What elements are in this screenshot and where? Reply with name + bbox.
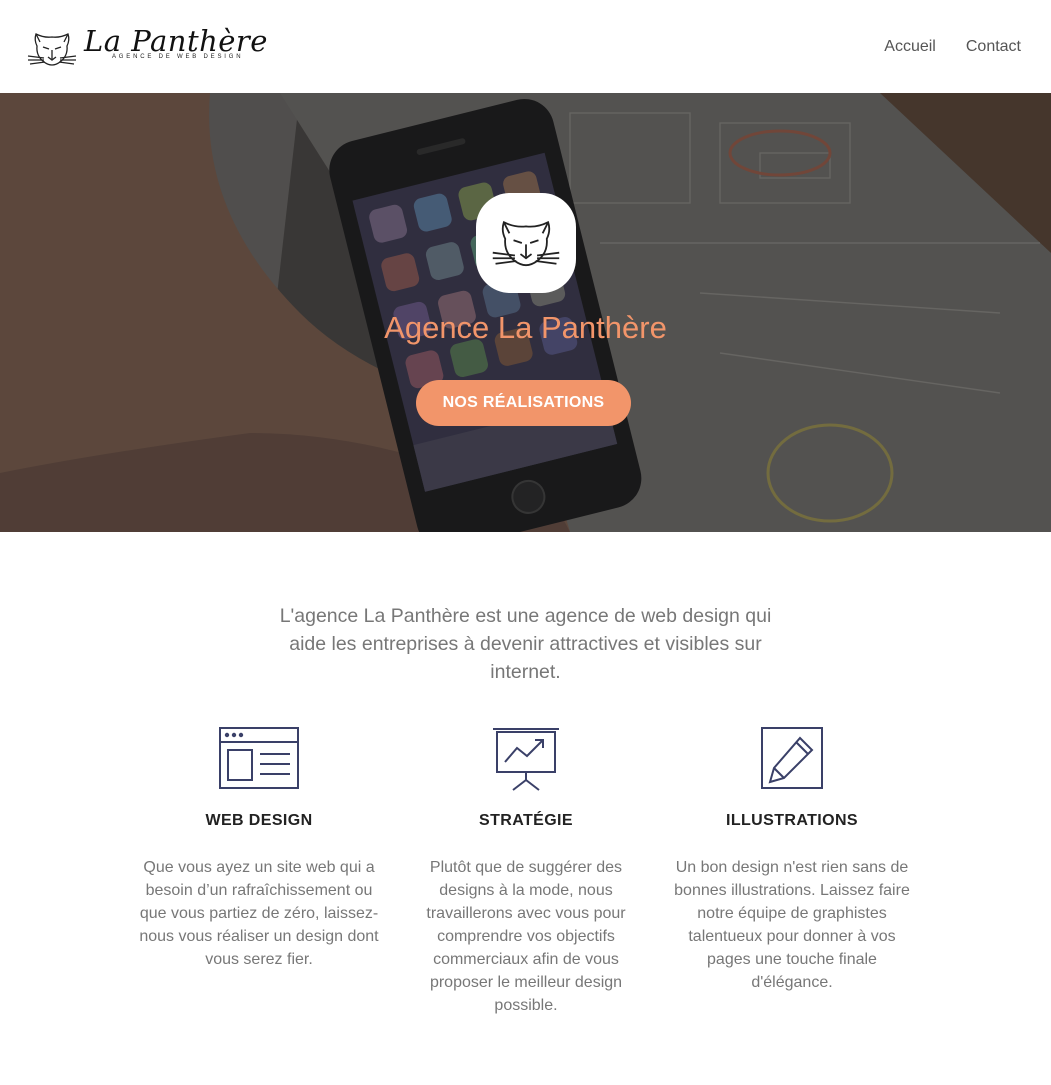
- intro-text: L'agence La Panthère est une agence de w…: [279, 605, 772, 683]
- service-title: WEB DESIGN: [205, 812, 313, 829]
- brand-name: La Panthère: [84, 24, 268, 58]
- service-title: STRATÉGIE: [479, 812, 573, 829]
- service-description: Un bon design n'est rien sans de bonnes …: [674, 859, 910, 991]
- service-web-design: WEB DESIGN Que vous ayez un site web qui…: [139, 726, 379, 971]
- panther-logo-icon: [492, 220, 560, 267]
- browser-window-icon: [219, 727, 299, 789]
- service-illustrations: ILLUSTRATIONS Un bon design n'est rien s…: [672, 726, 912, 994]
- service-strategie: STRATÉGIE Plutôt que de suggérer des des…: [406, 726, 646, 1017]
- site-header: La Panthère AGENCE DE WEB DESIGN Accueil…: [0, 0, 1051, 93]
- service-description: Plutôt que de suggérer des designs à la …: [426, 859, 626, 1014]
- brand-tagline: AGENCE DE WEB DESIGN: [112, 54, 244, 60]
- panther-logo-icon: [27, 33, 77, 66]
- brand-logo[interactable]: La Panthère AGENCE DE WEB DESIGN: [26, 24, 267, 74]
- main-nav: Accueil Contact: [884, 38, 1021, 56]
- hero-logo-badge: [476, 193, 576, 293]
- hero-section: Agence La Panthère NOS RÉALISATIONS: [0, 93, 1051, 532]
- pencil-icon: [761, 727, 823, 789]
- nav-link-accueil[interactable]: Accueil: [884, 38, 936, 56]
- presentation-chart-icon: [493, 728, 559, 791]
- nav-link-contact[interactable]: Contact: [966, 38, 1021, 56]
- realisations-button[interactable]: NOS RÉALISATIONS: [416, 380, 631, 426]
- service-title: ILLUSTRATIONS: [725, 812, 858, 829]
- hero-title: Agence La Panthère: [384, 310, 667, 345]
- service-description: Que vous ayez un site web qui a besoin d…: [139, 859, 379, 968]
